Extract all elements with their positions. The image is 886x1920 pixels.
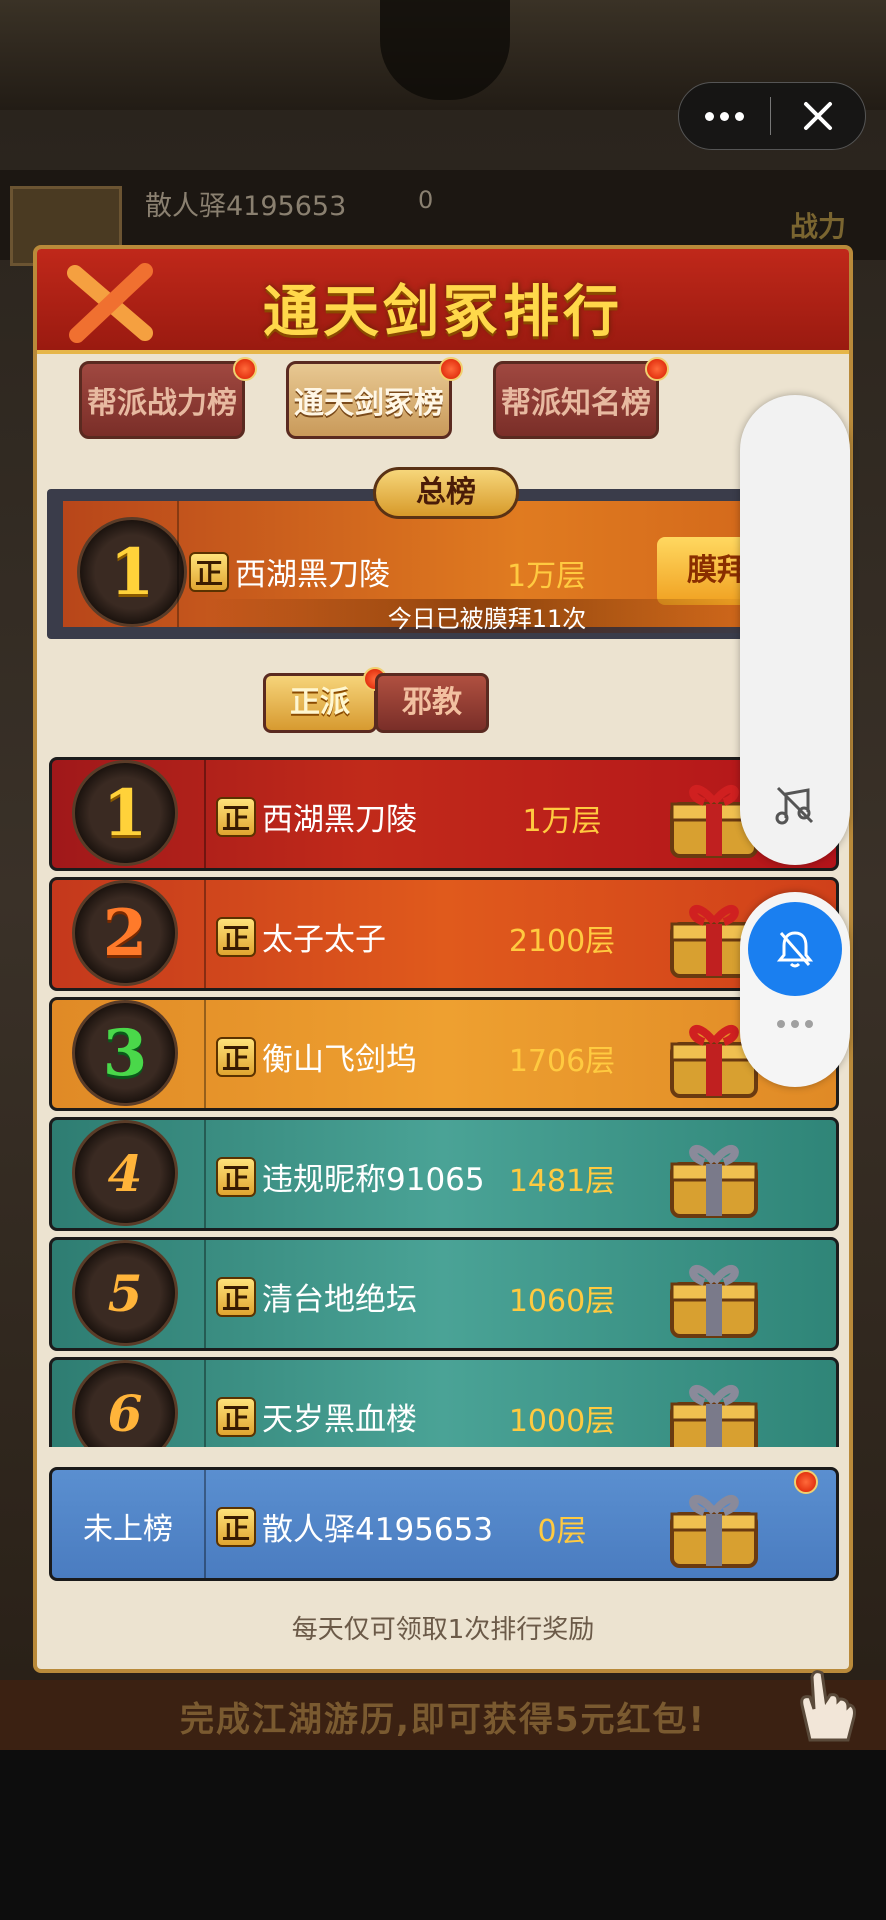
floor-value: 1000层 bbox=[508, 1404, 616, 1439]
ranking-list[interactable]: 1 正 西湖黑刀陵 1万层 2 正 太子太子 2100层 3 正 衡山飞剑坞 1… bbox=[49, 757, 839, 1447]
panel-header: 通天剑冢排行 bbox=[37, 249, 849, 354]
rank-medal: 1 bbox=[72, 760, 178, 866]
rank-medal: 6 bbox=[72, 1360, 178, 1447]
row-player: 正 清台地绝坛 bbox=[216, 1274, 417, 1319]
overall-label: 总榜 bbox=[373, 467, 519, 519]
more-button[interactable] bbox=[679, 83, 770, 149]
floor-value: 2100层 bbox=[508, 924, 616, 959]
rank-medal: 4 bbox=[72, 1120, 178, 1226]
rank-medal: 1 bbox=[77, 517, 187, 627]
floor-value: 1706层 bbox=[508, 1044, 616, 1079]
chest-icon[interactable] bbox=[664, 1476, 764, 1572]
player-name: 西湖黑刀陵 bbox=[235, 557, 390, 593]
faction-badge: 正 bbox=[216, 1396, 256, 1437]
rank-medal: 5 bbox=[72, 1240, 178, 1346]
floating-more-button[interactable] bbox=[740, 1020, 850, 1028]
power-label: 战力 bbox=[790, 210, 847, 243]
rank-medal: 3 bbox=[72, 1000, 178, 1106]
row-player: 正 西湖黑刀陵 bbox=[216, 794, 417, 839]
table-row: 1 正 西湖黑刀陵 1万层 bbox=[49, 757, 839, 871]
floor-value: 1万层 bbox=[522, 804, 602, 839]
worship-count: 今日已被膜拜11次 bbox=[207, 599, 767, 633]
floor-value: 0层 bbox=[537, 1514, 587, 1549]
music-off-icon[interactable] bbox=[770, 780, 820, 830]
faction-badge: 正 bbox=[216, 1506, 256, 1547]
table-row: 5 正 清台地绝坛 1060层 bbox=[49, 1237, 839, 1351]
tab-label: 通天剑冢榜 bbox=[294, 386, 444, 421]
faction-badge: 正 bbox=[216, 916, 256, 957]
player-name: 西湖黑刀陵 bbox=[262, 802, 417, 838]
row-player: 正 散人驿4195653 bbox=[216, 1504, 493, 1549]
miniprogram-capsule bbox=[678, 82, 866, 150]
player-name: 散人驿4195653 bbox=[145, 191, 347, 222]
notification-dot bbox=[645, 357, 669, 381]
player-name: 违规昵称91065 bbox=[262, 1162, 485, 1198]
table-row: 6 正 天岁黑血楼 1000层 bbox=[49, 1357, 839, 1447]
row-player: 正 太子太子 bbox=[216, 914, 386, 959]
row-player: 正 衡山飞剑坞 bbox=[216, 1034, 417, 1079]
tab-righteous[interactable]: 正派 bbox=[263, 673, 377, 733]
unranked-label: 未上榜 bbox=[83, 1512, 173, 1547]
notification-dot bbox=[439, 357, 463, 381]
faction-badge: 正 bbox=[189, 551, 229, 592]
player-name: 清台地绝坛 bbox=[262, 1282, 417, 1318]
floor-value: 1万层 bbox=[507, 559, 587, 594]
faction-badge: 正 bbox=[216, 1156, 256, 1197]
floor-value: 1481层 bbox=[508, 1164, 616, 1199]
overall-player: 正 西湖黑刀陵 bbox=[189, 549, 390, 594]
faction-badge: 正 bbox=[216, 796, 256, 837]
faction-badge: 正 bbox=[216, 1276, 256, 1317]
floating-panel bbox=[740, 395, 850, 865]
player-name: 散人驿4195653 bbox=[262, 1512, 494, 1548]
close-button[interactable] bbox=[771, 83, 865, 149]
floor-value: 1060层 bbox=[508, 1284, 616, 1319]
tab-label: 帮派知名榜 bbox=[501, 386, 651, 421]
player-name: 天岁黑血楼 bbox=[262, 1402, 417, 1438]
ranking-panel: 通天剑冢排行 帮派战力榜 通天剑冢榜 帮派知名榜 总榜 1 正 西湖黑刀陵 1万… bbox=[33, 245, 853, 1673]
reward-note: 每天仅可领取1次排行奖励 bbox=[291, 1615, 595, 1645]
hand-pointer-icon bbox=[800, 1670, 856, 1742]
tab-sword-tomb[interactable]: 通天剑冢榜 bbox=[286, 361, 452, 439]
table-row: 3 正 衡山飞剑坞 1706层 bbox=[49, 997, 839, 1111]
notify-button[interactable] bbox=[748, 902, 842, 996]
player-value: 0 bbox=[418, 186, 434, 214]
faction-badge: 正 bbox=[216, 1036, 256, 1077]
reward-banner-text: 完成江湖游历,即可获得5元红包! bbox=[179, 1700, 707, 1740]
rank-medal: 2 bbox=[72, 880, 178, 986]
panel-title: 通天剑冢排行 bbox=[263, 280, 623, 345]
bottom-area bbox=[0, 1750, 886, 1920]
chest-icon[interactable] bbox=[664, 1366, 764, 1447]
my-rank-row: 未上榜 正 散人驿4195653 0层 bbox=[49, 1467, 839, 1581]
tab-gang-power[interactable]: 帮派战力榜 bbox=[79, 361, 245, 439]
notification-dot bbox=[794, 1470, 818, 1494]
table-row: 4 正 违规昵称91065 1481层 bbox=[49, 1117, 839, 1231]
tab-gang-fame[interactable]: 帮派知名榜 bbox=[493, 361, 659, 439]
tab-evil[interactable]: 邪教 bbox=[375, 673, 489, 733]
table-row: 2 正 太子太子 2100层 bbox=[49, 877, 839, 991]
close-icon bbox=[803, 102, 832, 130]
divider bbox=[177, 501, 179, 627]
more-dots-icon bbox=[705, 111, 714, 121]
player-name: 衡山飞剑坞 bbox=[262, 1042, 417, 1078]
bell-off-icon bbox=[776, 931, 814, 968]
tab-label: 帮派战力榜 bbox=[87, 386, 237, 421]
chest-icon[interactable] bbox=[664, 1126, 764, 1222]
floating-panel-2 bbox=[740, 892, 850, 1087]
chest-icon[interactable] bbox=[664, 1246, 764, 1342]
notification-dot bbox=[233, 357, 257, 381]
row-player: 正 违规昵称91065 bbox=[216, 1154, 485, 1199]
player-name: 太子太子 bbox=[262, 922, 386, 958]
row-player: 正 天岁黑血楼 bbox=[216, 1394, 417, 1439]
